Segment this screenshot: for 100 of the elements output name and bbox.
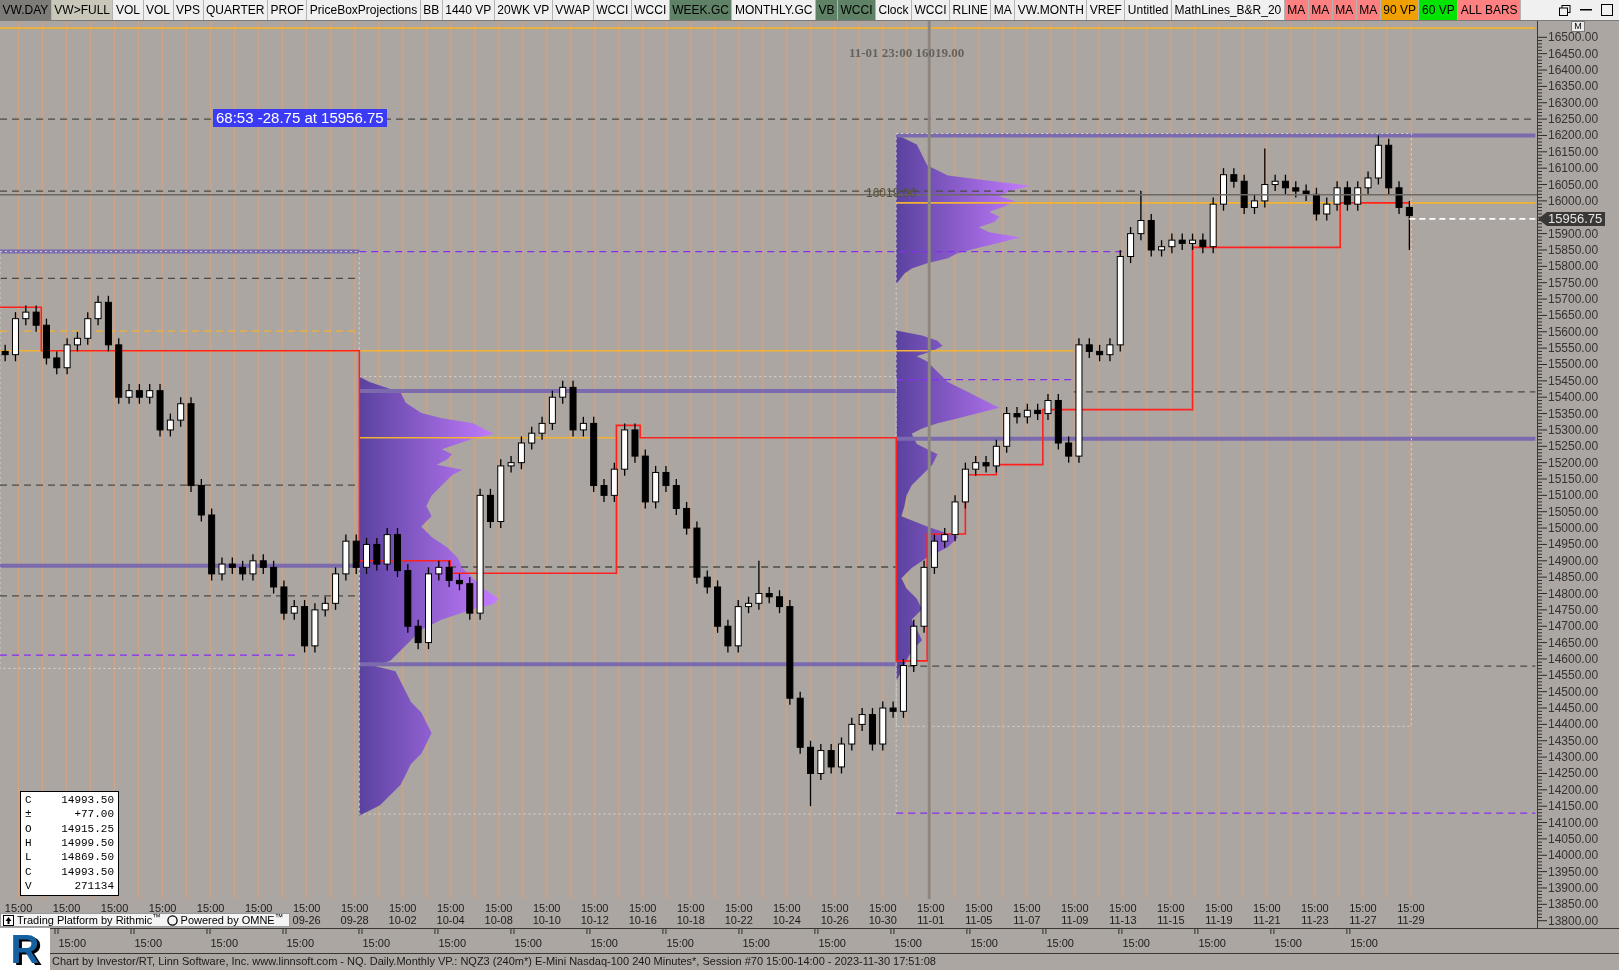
time-label: 15:00 — [1205, 903, 1233, 913]
price-label: 15450.00 — [1548, 374, 1599, 387]
price-label: 13850.00 — [1548, 898, 1599, 911]
price-label: 15300.00 — [1548, 423, 1599, 436]
toolbar-button[interactable]: PriceBoxProjections — [307, 0, 421, 20]
toolbar-button[interactable]: WEEK.GC — [669, 0, 733, 20]
time-label: 15:00 — [1013, 903, 1041, 913]
toolbar-button[interactable]: Clock — [876, 0, 912, 20]
minimize-icon[interactable] — [1580, 9, 1592, 11]
time-label: 15:00 — [134, 938, 163, 949]
toolbar-button[interactable]: MA — [1332, 0, 1357, 20]
time-label: 15:00 — [666, 938, 694, 949]
toolbar-button[interactable]: RLINE — [950, 0, 992, 20]
toolbar-button[interactable]: PROF — [268, 0, 308, 20]
time-label: 15:00 — [965, 903, 993, 913]
data-value: 14869.50 — [61, 851, 114, 865]
time-label: 15:00 — [590, 938, 618, 949]
date-label: 10-04 — [436, 915, 465, 925]
date-label: 10-10 — [532, 915, 561, 925]
time-label: 15:00 — [1253, 903, 1281, 913]
date-label: 10-02 — [388, 915, 417, 925]
time-label: 15:00 — [1109, 903, 1137, 913]
price-label: 15650.00 — [1548, 309, 1599, 322]
restore-icon[interactable] — [1559, 4, 1571, 16]
price-label: 14350.00 — [1548, 734, 1599, 747]
time-label: 15:00 — [362, 938, 390, 949]
time-label: 15:00 — [340, 903, 369, 913]
time-label: 15:00 — [438, 938, 466, 949]
date-label: 11-07 — [1013, 915, 1041, 925]
price-label: 14500.00 — [1548, 685, 1599, 698]
price-label: 16200.00 — [1548, 129, 1599, 142]
time-label: 15:00 — [1157, 903, 1185, 913]
maximize-icon[interactable] — [1601, 4, 1613, 16]
date-label: 11-01 — [917, 915, 945, 925]
toolbar-button[interactable]: WCCI — [631, 0, 670, 20]
toolbar-button[interactable]: QUARTER — [203, 0, 268, 20]
toolbar-button[interactable]: VW>FULL — [51, 0, 114, 20]
date-label: 10-12 — [580, 915, 609, 925]
toolbar-button[interactable]: WCCI — [838, 0, 876, 20]
toolbar-button[interactable]: VW.MONTH — [1015, 0, 1088, 20]
toolbar-button[interactable]: MA — [1356, 0, 1381, 20]
toolbar-button[interactable]: VW.DAY — [0, 0, 52, 20]
last-price-tag: 15956.75 — [1538, 211, 1606, 226]
toolbar-button[interactable]: MA — [1308, 0, 1333, 20]
toolbar-button[interactable]: VB — [815, 0, 838, 20]
price-label: 15100.00 — [1548, 489, 1599, 502]
toolbar-button[interactable]: Untitled — [1125, 0, 1173, 20]
time-label: 15:00 — [1350, 938, 1378, 949]
scale-mode-button[interactable]: M — [1571, 21, 1585, 32]
date-label: 09-28 — [340, 915, 369, 925]
price-label: 14400.00 — [1548, 718, 1599, 731]
data-label: ± — [25, 808, 32, 822]
date-label: 11-05 — [965, 915, 993, 925]
toolbar-button[interactable]: VOL — [143, 0, 174, 20]
price-label: 15900.00 — [1548, 227, 1599, 240]
toolbar-button[interactable]: WCCI — [593, 0, 632, 20]
toolbar-button[interactable]: VPS — [173, 0, 204, 20]
ring-icon — [166, 914, 178, 926]
time-label: 15:00 — [773, 903, 801, 913]
data-value: 14993.50 — [61, 865, 114, 879]
toolbar-button[interactable]: MA — [991, 0, 1016, 20]
date-label: 10-16 — [628, 915, 657, 925]
price-label: 14550.00 — [1548, 669, 1599, 682]
toolbar-button[interactable]: 60 VP — [1419, 0, 1459, 20]
price-label: 16300.00 — [1548, 96, 1599, 109]
toolbar-button[interactable]: MONTHLY.GC — [732, 0, 816, 20]
price-label: 15150.00 — [1548, 473, 1599, 485]
price-label: 13900.00 — [1548, 881, 1599, 894]
data-label: O — [25, 822, 32, 836]
toolbar-button[interactable]: MathLines_B&R_20 — [1172, 0, 1285, 20]
time-label: 15:00 — [514, 938, 542, 949]
cursor-readout: 11-01 23:00 16019.00 — [849, 45, 965, 60]
price-label: 15250.00 — [1548, 440, 1599, 453]
date-label: 10-22 — [724, 915, 753, 925]
toolbar-button[interactable]: 90 VP — [1380, 0, 1420, 20]
time-label: 15:00 — [286, 938, 314, 949]
date-label: 11-09 — [1061, 915, 1089, 925]
date-label: 11-15 — [1157, 915, 1185, 925]
toolbar-button[interactable]: ALL BARS — [1458, 0, 1522, 20]
price-label: 15400.00 — [1548, 391, 1599, 404]
toolbar-button[interactable]: VREF — [1087, 0, 1126, 20]
price-label: 14250.00 — [1548, 767, 1599, 780]
time-label: 15:00 — [580, 903, 609, 913]
price-label: 15800.00 — [1548, 260, 1599, 273]
data-value: 14993.50 — [61, 793, 114, 807]
toolbar-button[interactable]: VOL — [113, 0, 144, 20]
price-label: 14800.00 — [1548, 587, 1599, 600]
toolbar-button[interactable]: 20WK VP — [494, 0, 553, 20]
data-value: 14915.25 — [61, 822, 114, 836]
toolbar-button[interactable]: VWAP — [552, 0, 594, 20]
data-value: 14999.50 — [61, 836, 114, 850]
price-label: 14050.00 — [1548, 832, 1599, 845]
price-label: 16400.00 — [1548, 64, 1599, 76]
time-label: 15:00 — [869, 903, 897, 913]
price-label: 14750.00 — [1548, 603, 1599, 616]
toolbar-button[interactable]: WCCI — [912, 0, 950, 20]
toolbar-button[interactable]: MA — [1284, 0, 1309, 20]
time-label: 15:00 — [1274, 938, 1302, 949]
price-label: 15850.00 — [1548, 243, 1599, 256]
price-label: 15350.00 — [1548, 407, 1599, 420]
